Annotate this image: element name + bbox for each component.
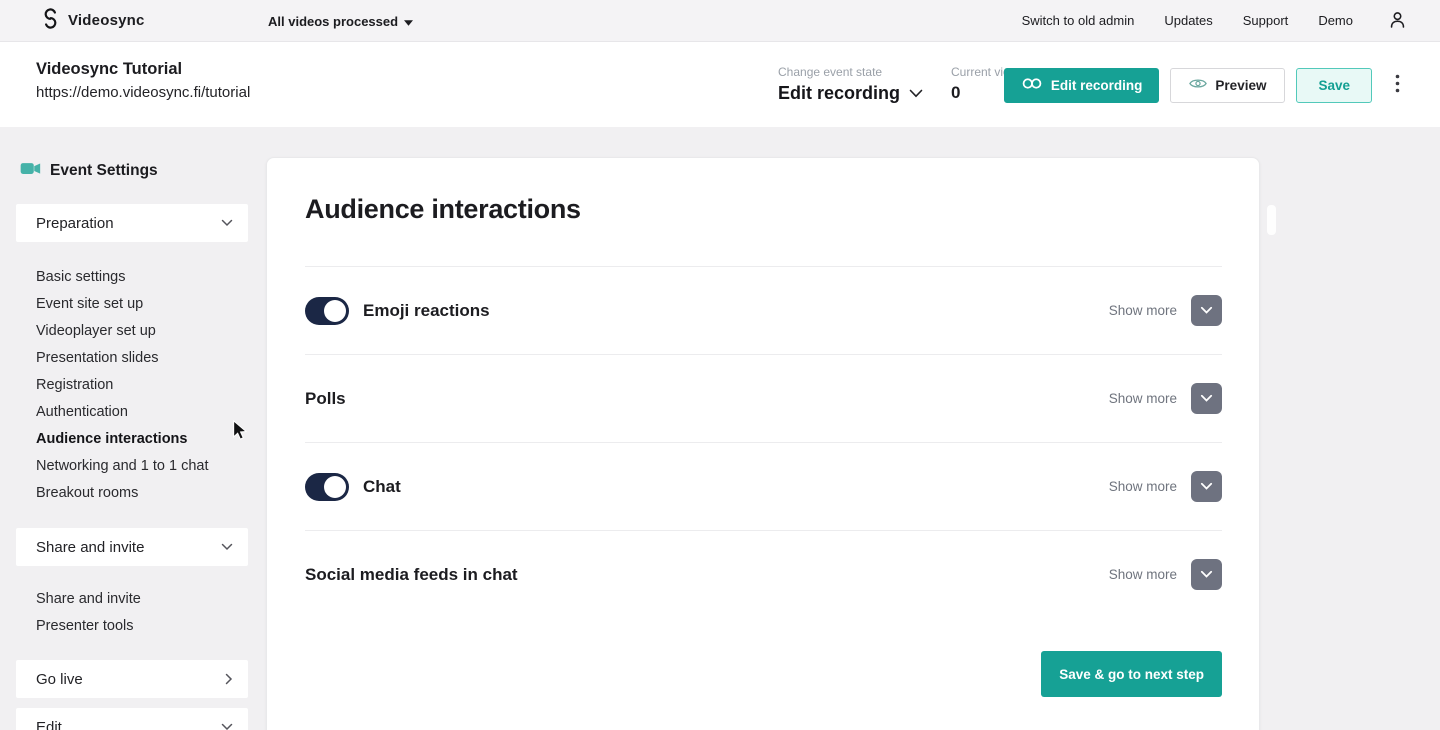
toggle-knob [324,476,346,498]
panel-title: Audience interactions [305,194,1259,225]
video-camera-icon [20,161,41,181]
chevron-down-icon [1200,306,1213,315]
toggle-knob [324,300,346,322]
event-state-block: Change event state Edit recording [778,65,923,104]
share-invite-nav: Share and invite Presenter tools [16,586,248,640]
sidebar-item-videoplayer-set-up[interactable]: Videoplayer set up [16,318,248,345]
section-share-and-invite[interactable]: Share and invite [16,528,248,566]
edit-recording-label: Edit recording [1051,78,1143,93]
preview-label: Preview [1215,78,1266,93]
sidebar-item-authentication[interactable]: Authentication [16,399,248,426]
change-event-state-label: Change event state [778,65,923,79]
sidebar-item-registration[interactable]: Registration [16,372,248,399]
edit-recording-button[interactable]: Edit recording [1004,68,1160,103]
chevron-down-icon [221,543,233,551]
show-more-link[interactable]: Show more [1109,479,1177,494]
event-state-dropdown[interactable]: Edit recording [778,83,923,104]
save-row: Save & go to next step [267,651,1259,697]
emoji-reactions-toggle[interactable] [305,297,349,325]
sidebar-item-audience-interactions[interactable]: Audience interactions [16,426,248,453]
event-settings-heading: Event Settings [16,161,248,181]
videosync-logo-icon [40,8,61,34]
expand-emoji-reactions-button[interactable] [1191,295,1222,326]
sidebar-item-share-and-invite[interactable]: Share and invite [16,586,248,613]
chevron-right-icon [225,673,233,685]
section-preparation[interactable]: Preparation [16,204,248,242]
link-updates[interactable]: Updates [1164,13,1212,28]
chevron-down-icon [221,723,233,730]
event-url[interactable]: https://demo.videosync.fi/tutorial [36,84,250,101]
chat-toggle[interactable] [305,473,349,501]
event-header: Videosync Tutorial https://demo.videosyn… [0,42,1440,127]
videosync-admin-screen: Videosync All videos processed Switch to… [0,0,1440,730]
brand-name: Videosync [68,12,145,29]
videos-processed-dropdown[interactable]: All videos processed [268,0,413,42]
sidebar: Event Settings Preparation Basic setting… [16,161,248,730]
show-more-link[interactable]: Show more [1109,391,1177,406]
sidebar-item-presenter-tools[interactable]: Presenter tools [16,613,248,640]
sidebar-item-event-site-set-up[interactable]: Event site set up [16,291,248,318]
topbar-links: Switch to old admin Updates Support Demo [1022,9,1408,33]
sidebar-item-breakout-rooms[interactable]: Breakout rooms [16,480,248,507]
user-account-button[interactable] [1387,9,1408,33]
expand-polls-button[interactable] [1191,383,1222,414]
edit-label: Edit [36,719,62,730]
event-title-block: Videosync Tutorial https://demo.videosyn… [36,60,250,101]
caret-down-icon [404,14,413,29]
sidebar-item-presentation-slides[interactable]: Presentation slides [16,345,248,372]
feature-label: Chat [363,477,401,497]
share-invite-label: Share and invite [36,539,144,556]
expand-chat-button[interactable] [1191,471,1222,502]
event-settings-label: Event Settings [50,162,158,180]
videos-processed-label: All videos processed [268,14,398,29]
link-demo[interactable]: Demo [1318,13,1353,28]
show-more-link[interactable]: Show more [1109,303,1177,318]
feature-label: Polls [305,389,346,409]
chevron-down-icon [1200,394,1213,403]
chevron-down-icon [909,89,923,98]
expand-social-media-button[interactable] [1191,559,1222,590]
go-live-label: Go live [36,671,83,688]
preview-button[interactable]: Preview [1170,68,1285,103]
kebab-icon [1395,74,1400,96]
audience-interactions-panel: Audience interactions Emoji reactions Sh… [266,157,1260,730]
topbar: Videosync All videos processed Switch to… [0,0,1440,42]
event-state-value: Edit recording [778,83,900,104]
scrollbar-thumb[interactable] [1267,205,1276,235]
link-switch-old-admin[interactable]: Switch to old admin [1022,13,1135,28]
save-button[interactable]: Save [1296,68,1372,103]
feature-row-emoji-reactions: Emoji reactions Show more [267,267,1259,354]
feature-row-chat: Chat Show more [267,443,1259,530]
event-title: Videosync Tutorial [36,60,250,79]
person-icon [1387,9,1408,33]
feature-row-social-media-feeds: Social media feeds in chat Show more [267,531,1259,618]
sidebar-item-networking-1to1-chat[interactable]: Networking and 1 to 1 chat [16,453,248,480]
feature-label: Social media feeds in chat [305,565,518,585]
show-more-link[interactable]: Show more [1109,567,1177,582]
more-options-button[interactable] [1389,74,1406,96]
save-next-step-button[interactable]: Save & go to next step [1041,651,1222,697]
section-edit[interactable]: Edit [16,708,248,730]
chevron-down-icon [1200,482,1213,491]
chevron-down-icon [1200,570,1213,579]
eye-icon [1189,77,1207,93]
header-actions: Edit recording Preview Save [1004,67,1406,103]
save-label: Save [1318,78,1350,93]
feature-row-polls: Polls Show more [267,355,1259,442]
preparation-label: Preparation [36,215,114,232]
feature-label: Emoji reactions [363,301,490,321]
chevron-down-icon [221,219,233,227]
section-go-live[interactable]: Go live [16,660,248,698]
brand-block[interactable]: Videosync [40,8,145,34]
link-support[interactable]: Support [1243,13,1289,28]
recording-reel-icon [1021,77,1043,93]
sidebar-item-basic-settings[interactable]: Basic settings [16,264,248,291]
preparation-nav: Basic settings Event site set up Videopl… [16,264,248,507]
